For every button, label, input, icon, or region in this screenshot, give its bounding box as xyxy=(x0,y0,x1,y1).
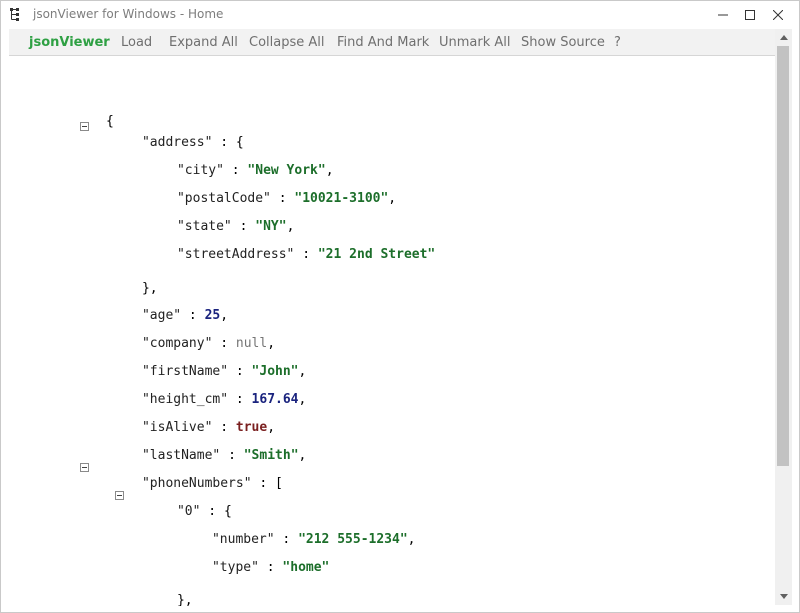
arrow-down-icon xyxy=(779,594,788,599)
json-row-lastname: "lastName" : "Smith", xyxy=(141,448,307,463)
json-row-height-cm: "height_cm" : 167.64, xyxy=(141,392,307,407)
collapse-address-icon[interactable] xyxy=(80,122,89,131)
vertical-scrollbar[interactable] xyxy=(775,29,792,605)
minimize-icon xyxy=(718,14,728,16)
menu-item-help[interactable]: ? xyxy=(614,35,621,50)
menu-item-unmark-all[interactable]: Unmark All xyxy=(439,35,511,50)
title-bar[interactable]: jsonViewer for Windows - Home xyxy=(1,1,799,29)
collapse-phone-0-icon[interactable] xyxy=(115,491,124,500)
json-row-isalive: "isAlive" : true, xyxy=(141,420,276,435)
menu-item-collapse-all[interactable]: Collapse All xyxy=(249,35,325,50)
json-row-city: "city" : "New York", xyxy=(176,163,334,178)
menu-item-find-and-mark[interactable]: Find And Mark xyxy=(337,35,429,50)
close-button[interactable] xyxy=(763,1,793,29)
menu-item-show-source[interactable]: Show Source xyxy=(521,35,605,50)
phone-0-close-brace: }, xyxy=(176,593,193,606)
json-row-number: "number" : "212 555-1234", xyxy=(211,532,416,547)
scroll-up-button[interactable] xyxy=(775,29,792,46)
json-row-postalcode: "postalCode" : "10021-3100", xyxy=(176,191,397,206)
maximize-icon xyxy=(745,10,755,20)
json-row-type: "type" : "home" xyxy=(211,560,330,575)
window-title: jsonViewer for Windows - Home xyxy=(33,7,224,21)
arrow-up-icon xyxy=(779,35,788,40)
json-row-phone-0: "0" : { xyxy=(176,504,232,519)
close-icon xyxy=(773,10,783,20)
minimize-button[interactable] xyxy=(708,1,738,29)
scroll-down-button[interactable] xyxy=(775,588,792,605)
maximize-button[interactable] xyxy=(735,1,765,29)
json-row-state: "state" : "NY", xyxy=(176,219,295,234)
root-open-brace: { xyxy=(105,114,114,129)
scroll-thumb[interactable] xyxy=(777,46,789,466)
collapse-phonenumbers-icon[interactable] xyxy=(80,463,89,472)
app-window: jsonViewer for Windows - Home jsonViewer… xyxy=(0,0,800,613)
json-row-age: "age" : 25, xyxy=(141,308,229,323)
json-row-company: "company" : null, xyxy=(141,336,276,351)
json-row-phonenumbers: "phoneNumbers" : [ xyxy=(141,476,283,491)
address-close-brace: }, xyxy=(141,281,158,296)
json-row-firstname: "firstName" : "John", xyxy=(141,364,307,379)
menu-brand-jsonviewer[interactable]: jsonViewer xyxy=(29,35,110,50)
menu-item-expand-all[interactable]: Expand All xyxy=(169,35,238,50)
menu-item-load[interactable]: Load xyxy=(121,35,152,50)
json-row-streetaddress: "streetAddress" : "21 2nd Street" xyxy=(176,247,436,262)
menu-bar: jsonViewer Load Expand All Collapse All … xyxy=(9,29,775,56)
json-row-address: "address" : { xyxy=(141,135,244,150)
tree-app-icon xyxy=(9,7,25,23)
json-tree-view[interactable]: { "address" : { "city" : "New York", "po… xyxy=(1,56,775,606)
